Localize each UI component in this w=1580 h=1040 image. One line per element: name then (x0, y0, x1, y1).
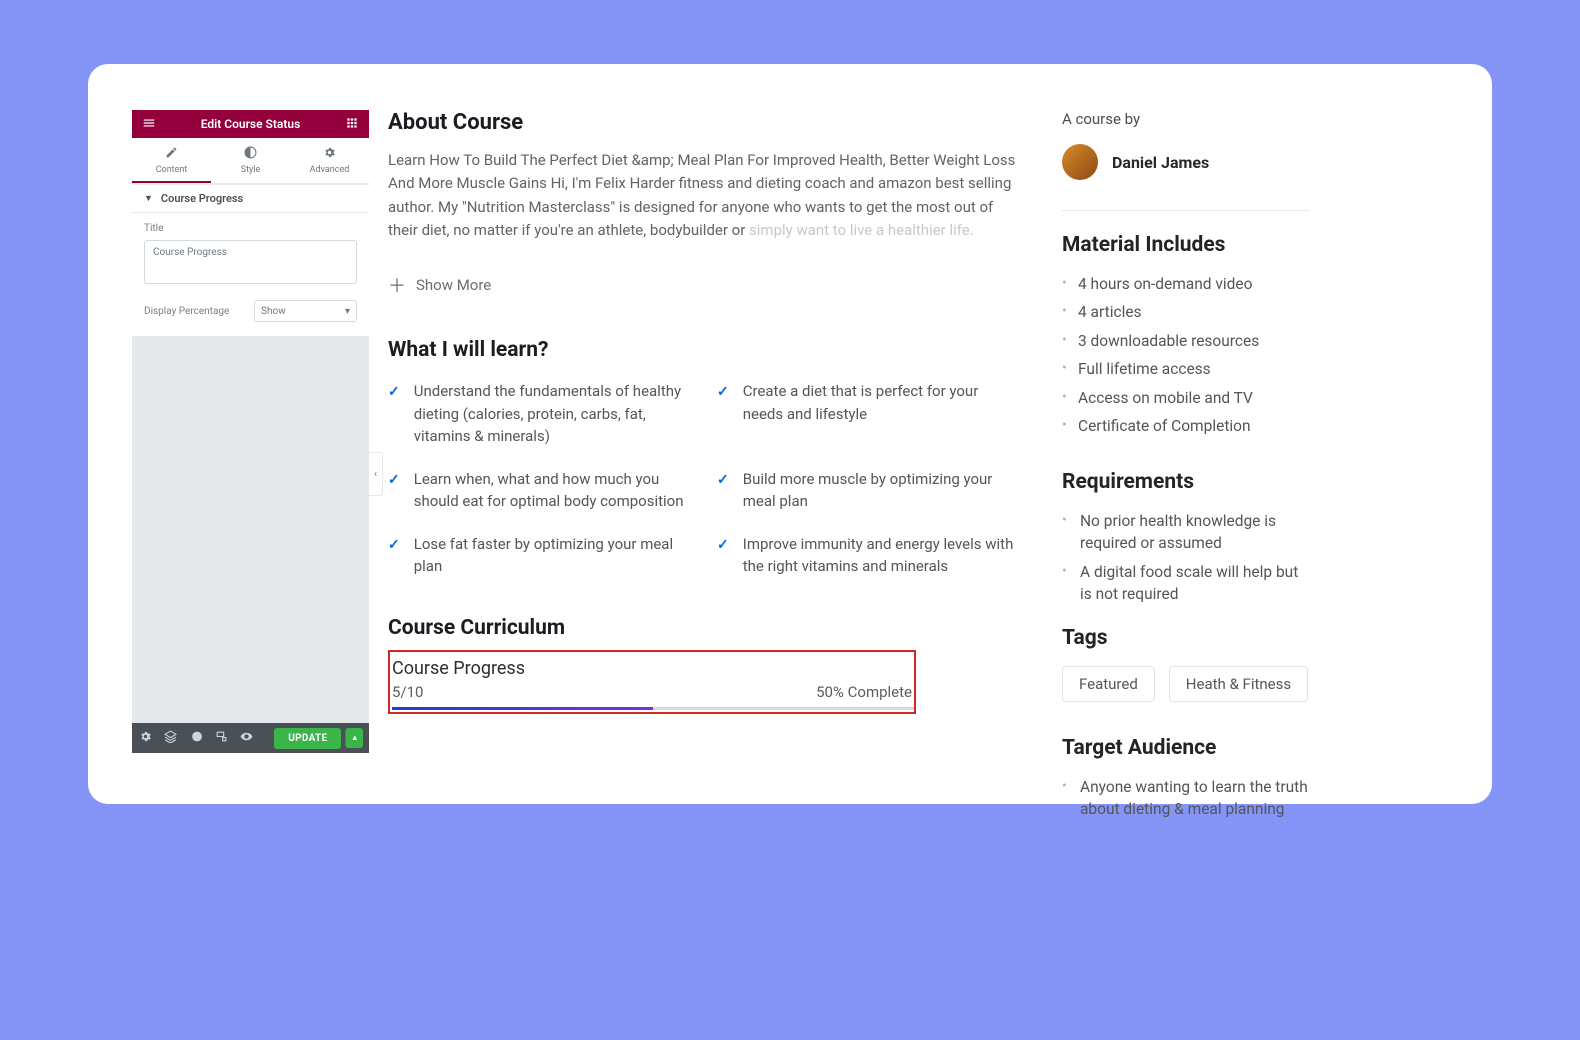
list-item: 3 downloadable resources (1062, 330, 1310, 352)
editor-title: Edit Course Status (201, 117, 301, 131)
list-item: Access on mobile and TV (1062, 387, 1310, 409)
learn-item: ✓ Improve immunity and energy levels with… (717, 533, 1016, 578)
audience-heading: Target Audience (1062, 736, 1310, 760)
learn-item: ✓ Learn when, what and how much you shoul… (388, 468, 687, 513)
check-icon: ✓ (717, 470, 729, 513)
editor-footer: UPDATE ▴ (132, 723, 369, 753)
section-toggle[interactable]: ▼ Course Progress (132, 184, 369, 213)
requirements-heading: Requirements (1062, 470, 1310, 494)
progress-title: Course Progress (392, 658, 914, 679)
settings-icon[interactable] (138, 730, 153, 746)
check-icon: ✓ (388, 535, 400, 578)
list-item: No prior health knowledge is required or… (1062, 510, 1310, 555)
learn-heading: What I will learn? (388, 338, 1016, 362)
menu-icon[interactable] (142, 116, 156, 133)
panel-body: Title Course Progress Display Percentage… (132, 213, 369, 336)
tab-advanced-label: Advanced (310, 165, 350, 175)
material-heading: Material Includes (1062, 233, 1310, 257)
tab-advanced[interactable]: Advanced (290, 138, 369, 183)
plus-icon: ＋ (388, 272, 406, 298)
list-item: 4 hours on-demand video (1062, 273, 1310, 295)
editor-panel: Edit Course Status Content Style Advance… (132, 110, 369, 753)
course-by-label: A course by (1062, 110, 1310, 128)
list-item: Certificate of Completion (1062, 415, 1310, 437)
list-item: Full lifetime access (1062, 358, 1310, 380)
responsive-icon[interactable] (214, 730, 229, 746)
check-icon: ✓ (388, 382, 400, 448)
main-content: About Course Learn How To Build The Perf… (388, 110, 1016, 714)
check-icon: ✓ (388, 470, 400, 513)
progress-bar (392, 707, 914, 710)
title-label: Title (144, 223, 357, 234)
curriculum-heading: Course Curriculum (388, 616, 1016, 640)
course-sidebar: A course by Daniel James Material Includ… (1062, 110, 1310, 827)
check-icon: ✓ (717, 382, 729, 448)
editor-header: Edit Course Status (132, 110, 369, 138)
divider (1062, 210, 1310, 211)
chevron-down-icon: ▾ (345, 306, 350, 317)
learn-text: Learn when, what and how much you should… (414, 468, 687, 513)
gear-icon (290, 146, 369, 163)
update-button[interactable]: UPDATE (274, 728, 341, 749)
learn-text: Understand the fundamentals of healthy d… (414, 380, 687, 448)
about-body: Learn How To Build The Perfect Diet &amp… (388, 149, 1016, 242)
tab-style-label: Style (241, 165, 261, 175)
title-input[interactable]: Course Progress (144, 240, 357, 284)
layers-icon[interactable] (163, 730, 178, 746)
preview-icon[interactable] (239, 730, 254, 746)
about-body-faded: simply want to live a healthier life. (749, 221, 974, 239)
update-options-caret[interactable]: ▴ (345, 728, 363, 748)
progress-bar-fill (392, 707, 653, 710)
about-heading: About Course (388, 110, 1016, 135)
learn-grid: ✓Understand the fundamentals of healthy … (388, 380, 1016, 578)
apps-icon[interactable] (345, 116, 359, 133)
panel-empty-area (132, 336, 369, 723)
learn-item: ✓Understand the fundamentals of healthy … (388, 380, 687, 448)
avatar (1062, 144, 1098, 180)
tag[interactable]: Featured (1062, 666, 1155, 702)
requirements-list: No prior health knowledge is required or… (1062, 510, 1310, 606)
history-icon[interactable] (189, 730, 204, 746)
learn-text: Lose fat faster by optimizing your meal … (414, 533, 687, 578)
list-item: Anyone wanting to learn the truth about … (1062, 776, 1310, 821)
author-name: Daniel James (1112, 153, 1209, 172)
caret-down-icon: ▼ (144, 193, 153, 204)
show-more-label: Show More (416, 276, 491, 294)
display-percentage-select[interactable]: Show ▾ (254, 300, 357, 322)
section-label: Course Progress (161, 192, 243, 205)
pencil-icon (132, 146, 211, 163)
style-icon (211, 146, 290, 163)
tags-row: Featured Heath & Fitness (1062, 666, 1310, 702)
course-progress-widget[interactable]: Course Progress 5/10 50% Complete (388, 650, 916, 714)
editor-tabs: Content Style Advanced (132, 138, 369, 184)
list-item: 4 articles (1062, 301, 1310, 323)
progress-count: 5/10 (392, 683, 423, 701)
tag[interactable]: Heath & Fitness (1169, 666, 1308, 702)
learn-text: Create a diet that is perfect for your n… (743, 380, 1016, 448)
learn-text: Improve immunity and energy levels with … (743, 533, 1016, 578)
display-percentage-label: Display Percentage (144, 306, 229, 317)
select-value: Show (261, 306, 286, 317)
learn-item: ✓Create a diet that is perfect for your … (717, 380, 1016, 448)
learn-item: ✓ Build more muscle by optimizing your me… (717, 468, 1016, 513)
learn-text: Build more muscle by optimizing your mea… (743, 468, 1016, 513)
tab-content[interactable]: Content (132, 138, 211, 183)
material-list: 4 hours on-demand video 4 articles 3 dow… (1062, 273, 1310, 438)
audience-list: Anyone wanting to learn the truth about … (1062, 776, 1310, 821)
tab-content-label: Content (156, 165, 188, 175)
check-icon: ✓ (717, 535, 729, 578)
progress-percent-label: 50% Complete (816, 683, 912, 701)
list-item: A digital food scale will help but is no… (1062, 561, 1310, 606)
learn-item: ✓ Lose fat faster by optimizing your meal… (388, 533, 687, 578)
author-row: Daniel James (1062, 144, 1310, 180)
tags-heading: Tags (1062, 626, 1310, 650)
show-more-button[interactable]: ＋ Show More (388, 272, 1016, 298)
app-window: Edit Course Status Content Style Advance… (88, 64, 1492, 804)
tab-style[interactable]: Style (211, 138, 290, 183)
panel-collapse-handle[interactable]: ‹ (369, 452, 383, 496)
